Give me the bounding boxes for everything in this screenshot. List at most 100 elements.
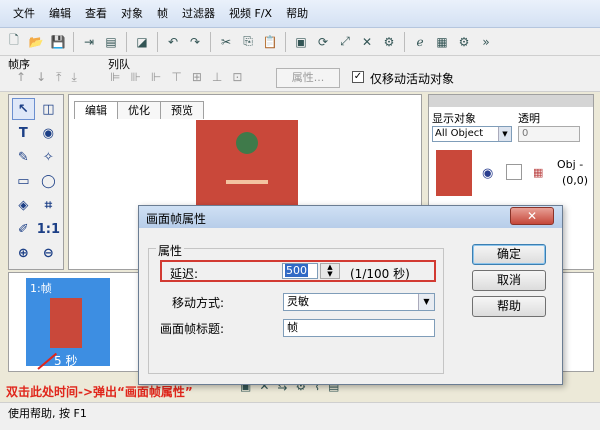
properties-group-label: 属性 [156, 242, 185, 259]
toolbar-separator [73, 31, 74, 52]
menu-filter[interactable]: 过滤器 [175, 0, 222, 28]
move-up-icon[interactable]: ↑ [16, 70, 26, 85]
object-name: Obj - [557, 158, 584, 171]
menu-view[interactable]: 查看 [78, 0, 114, 28]
grid-icon[interactable]: ▦ [432, 32, 452, 52]
toolbar-separator [285, 31, 286, 52]
align-left-icon[interactable]: ⊫ [110, 70, 120, 84]
eyedropper-tool-icon[interactable]: ✐ [12, 218, 35, 240]
new-file-icon[interactable]: 🗋 [4, 32, 24, 52]
annotation-text: 双击此处时间->弹出“画面帧属性” [6, 385, 193, 399]
toolbar-separator [210, 31, 211, 52]
actual-size-icon[interactable]: 1:1 [37, 218, 60, 240]
redo-icon[interactable]: ↷ [185, 32, 205, 52]
tab-optimize[interactable]: 优化 [117, 101, 161, 119]
object-thumbnail[interactable] [436, 150, 472, 196]
panel-header [429, 95, 593, 107]
frame-title-input[interactable]: 帧 [283, 319, 435, 337]
import-icon[interactable]: ⇥ [79, 32, 99, 52]
toolbar-separator [126, 31, 127, 52]
status-bar: 使用帮助, 按 F1 [0, 402, 600, 430]
menu-bar: 文件 编辑 查看 对象 帧 过滤器 视频 F/X 帮助 [0, 0, 600, 28]
toolbar-separator [404, 31, 405, 52]
gear-icon[interactable]: ⚙ [454, 32, 474, 52]
move-method-select[interactable]: 灵敏 ▼ [283, 293, 435, 311]
paste-icon[interactable]: 📋 [260, 32, 280, 52]
open-file-icon[interactable]: 📂 [26, 32, 46, 52]
delay-unit: (1/100 秒) [350, 267, 410, 281]
fill-tool-icon[interactable]: ◈ [12, 194, 35, 216]
menu-help[interactable]: 帮助 [279, 0, 315, 28]
display-objects-label: 显示对象 [432, 112, 476, 125]
align-buttons: ⊫ ⊪ ⊩ ⊤ ⊞ ⊥ ⊡ [110, 70, 242, 84]
move-top-icon[interactable]: ⤒ [56, 70, 61, 85]
save-icon[interactable]: 💾 [48, 32, 68, 52]
browser-icon[interactable]: ℯ [410, 32, 430, 52]
crop-icon[interactable]: ⤢ [335, 32, 355, 52]
play-tool-icon[interactable]: ◉ [37, 122, 60, 144]
image-text-line [226, 180, 268, 184]
delay-input[interactable]: 500 [282, 263, 318, 279]
tools-panel: ↖ ◫ T ◉ ✎ ✧ ▭ ◯ ◈ ⌗ ✐ 1:1 ⊕ ⊖ [8, 94, 64, 270]
canvas-tabs: 编辑 优化 预览 [74, 101, 204, 119]
tab-edit[interactable]: 编辑 [74, 101, 118, 119]
lasso-tool-icon[interactable]: ◯ [37, 170, 60, 192]
zoom-in-icon[interactable]: ⊕ [12, 242, 35, 264]
eraser-tool-icon[interactable]: ▭ [12, 170, 35, 192]
move-bottom-icon[interactable]: ⤓ [71, 70, 76, 85]
frame-thumbnail [50, 298, 82, 348]
display-objects-select[interactable]: All Object ▼ [432, 126, 512, 142]
pointer-tool-icon[interactable]: ↖ [12, 98, 35, 120]
align-top-icon[interactable]: ⊤ [171, 70, 181, 84]
tab-preview[interactable]: 预览 [160, 101, 204, 119]
select-tool-icon[interactable]: ◫ [37, 98, 60, 120]
align-center-icon[interactable]: ⊪ [130, 70, 140, 84]
menu-edit[interactable]: 编辑 [42, 0, 78, 28]
chevron-down-icon[interactable]: ▼ [418, 294, 434, 310]
eye-icon[interactable]: ◉ [482, 166, 493, 181]
menu-file[interactable]: 文件 [6, 0, 42, 28]
menu-frame[interactable]: 帧 [150, 0, 175, 28]
export-icon[interactable]: ▤ [101, 32, 121, 52]
help-button[interactable]: 帮助 [472, 296, 546, 317]
frame-time[interactable]: 5 秒 [54, 352, 77, 369]
ok-button[interactable]: 确定 [472, 244, 546, 265]
move-method-label: 移动方式: [172, 296, 225, 310]
align-middle-icon[interactable]: ⊞ [192, 70, 202, 84]
delay-spinner[interactable]: ▲ ▼ [320, 263, 340, 279]
brush-tool-icon[interactable]: ✎ [12, 146, 35, 168]
avatar [236, 132, 258, 154]
move-active-checkbox[interactable]: ✓ [352, 71, 364, 83]
cut-icon[interactable]: ✂ [216, 32, 236, 52]
rotate-icon[interactable]: ⟳ [313, 32, 333, 52]
align-right-icon[interactable]: ⊩ [151, 70, 161, 84]
close-button[interactable]: ✕ [510, 207, 554, 225]
chevron-down-icon[interactable]: ▼ [498, 127, 511, 141]
opacity-label: 透明 [518, 112, 540, 125]
zoom-out-icon[interactable]: ⊖ [37, 242, 60, 264]
cancel-button[interactable]: 取消 [472, 270, 546, 291]
crop-tool-icon[interactable]: ⌗ [37, 194, 60, 216]
distribute-icon[interactable]: ⊡ [232, 70, 242, 84]
menu-video-fx[interactable]: 视频 F/X [222, 0, 279, 28]
undo-icon[interactable]: ↶ [163, 32, 183, 52]
menu-object[interactable]: 对象 [114, 0, 150, 28]
toolbar-separator [157, 31, 158, 52]
align-bottom-icon[interactable]: ⊥ [212, 70, 222, 84]
color-icon[interactable]: ◪ [132, 32, 152, 52]
frame-title-value: 帧 [287, 321, 298, 334]
chevron-right-icon[interactable]: » [476, 32, 496, 52]
opacity-value: 0 [522, 128, 529, 139]
settings-icon[interactable]: ✕ [357, 32, 377, 52]
opacity-input[interactable]: 0 [518, 126, 580, 142]
frame-icon[interactable]: ▣ [291, 32, 311, 52]
move-method-value: 灵敏 [287, 295, 309, 308]
text-tool-icon[interactable]: T [12, 122, 35, 144]
move-down-icon[interactable]: ↓ [36, 70, 46, 85]
copy-icon[interactable]: ⎘ [238, 32, 258, 52]
magic-wand-icon[interactable]: ✧ [37, 146, 60, 168]
lock-box[interactable] [506, 164, 522, 180]
attributes-button[interactable]: 属性... [276, 68, 340, 88]
canvas-image[interactable] [196, 120, 298, 212]
tool-icon[interactable]: ⚙ [379, 32, 399, 52]
